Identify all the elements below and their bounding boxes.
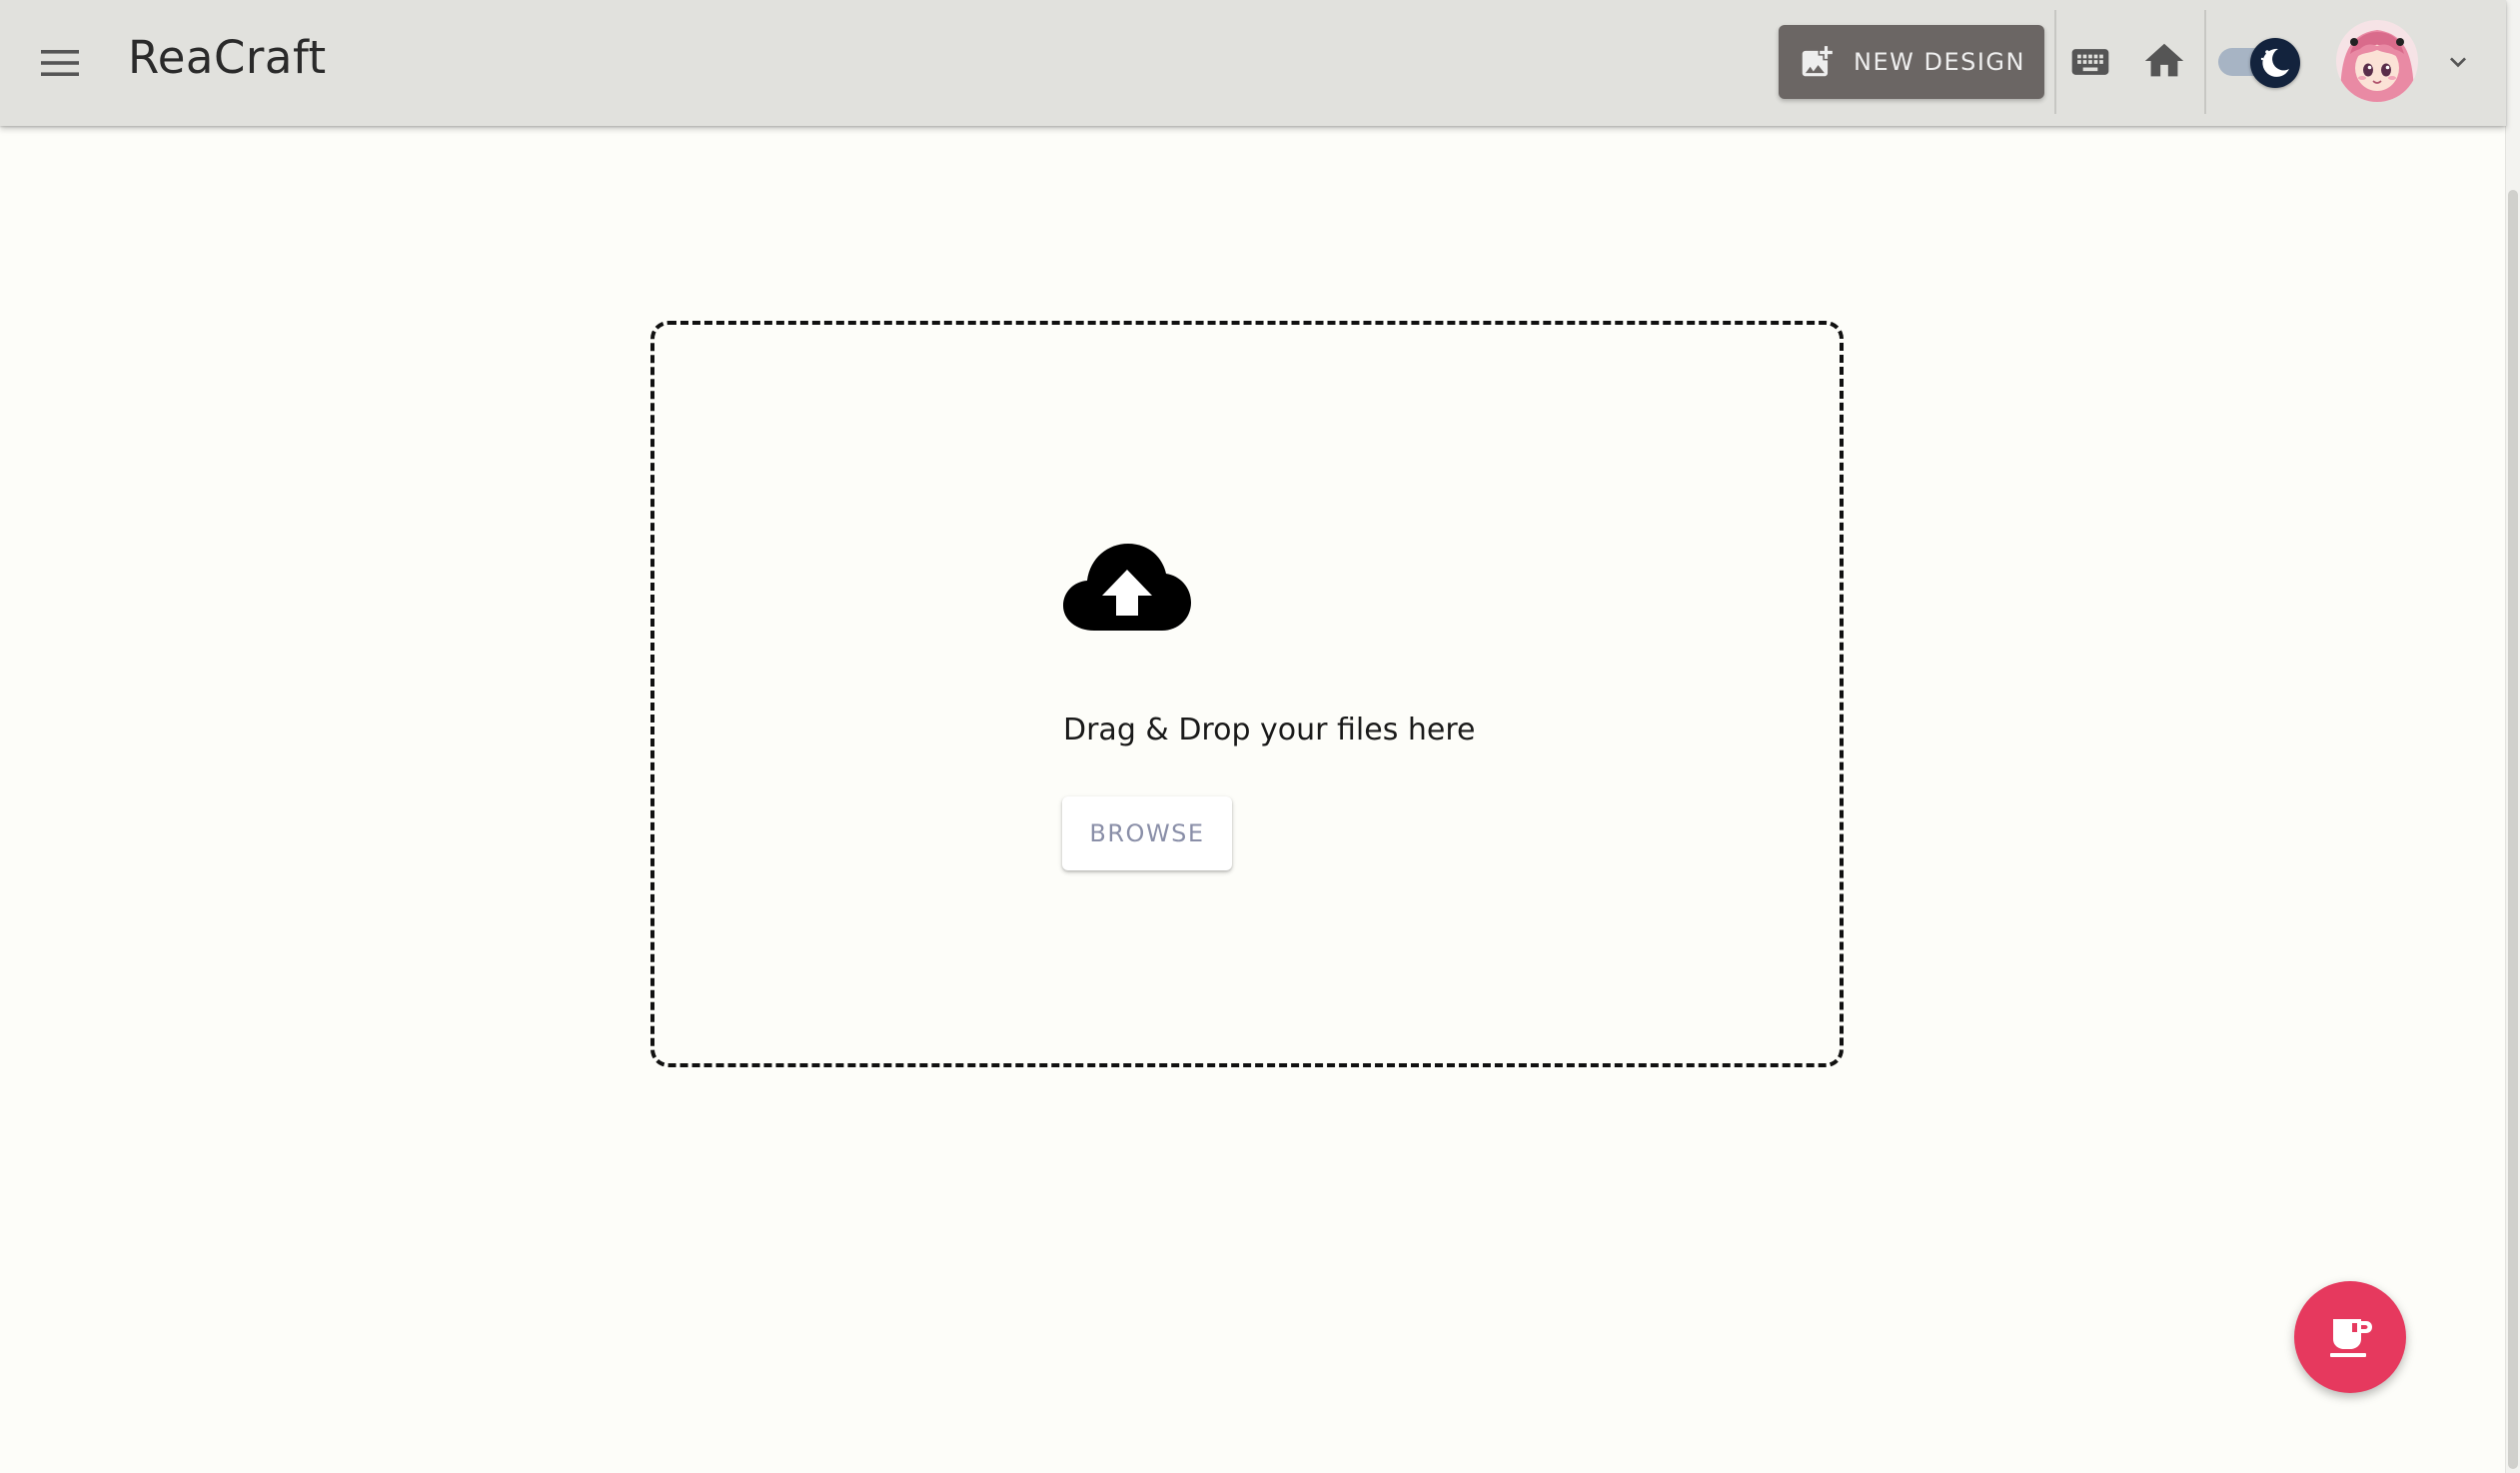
toolbar-divider: [2054, 10, 2056, 114]
app-bar: ReaCraft NEW DESIGN: [0, 0, 2506, 126]
new-design-button[interactable]: NEW DESIGN: [1779, 25, 2044, 99]
add-photo-icon: [1802, 46, 1833, 77]
new-design-label: NEW DESIGN: [1854, 48, 2025, 76]
page-scrollbar[interactable]: [2505, 0, 2520, 1473]
buy-me-coffee-button[interactable]: [2294, 1281, 2406, 1393]
browse-button-label: BROWSE: [1089, 819, 1205, 847]
account-menu-button[interactable]: [2438, 42, 2478, 82]
theme-toggle[interactable]: [2214, 34, 2304, 90]
user-avatar[interactable]: [2336, 20, 2418, 102]
cloud-upload-icon: [1063, 544, 1191, 631]
scrollbar-thumb[interactable]: [2508, 190, 2518, 1469]
home-button[interactable]: [2134, 31, 2194, 91]
app-title: ReaCraft: [128, 31, 327, 84]
home-icon: [2144, 43, 2184, 77]
file-dropzone[interactable]: [650, 321, 1844, 1067]
keyboard-shortcuts-button[interactable]: [2060, 32, 2120, 92]
dropzone-prompt: Drag & Drop your files here: [1063, 713, 1476, 747]
moon-icon: [2260, 48, 2289, 77]
chevron-down-icon: [2450, 57, 2466, 68]
browse-button[interactable]: BROWSE: [1062, 796, 1232, 870]
theme-toggle-thumb: [2250, 38, 2300, 88]
coffee-cup-icon: [2330, 1319, 2372, 1357]
toolbar-divider: [2204, 10, 2206, 114]
keyboard-icon: [2071, 49, 2109, 75]
menu-button[interactable]: [24, 27, 96, 99]
avatar-image: [2336, 20, 2418, 102]
hamburger-menu-icon: [41, 50, 79, 76]
upload-icon-wrapper: [1062, 540, 1192, 636]
